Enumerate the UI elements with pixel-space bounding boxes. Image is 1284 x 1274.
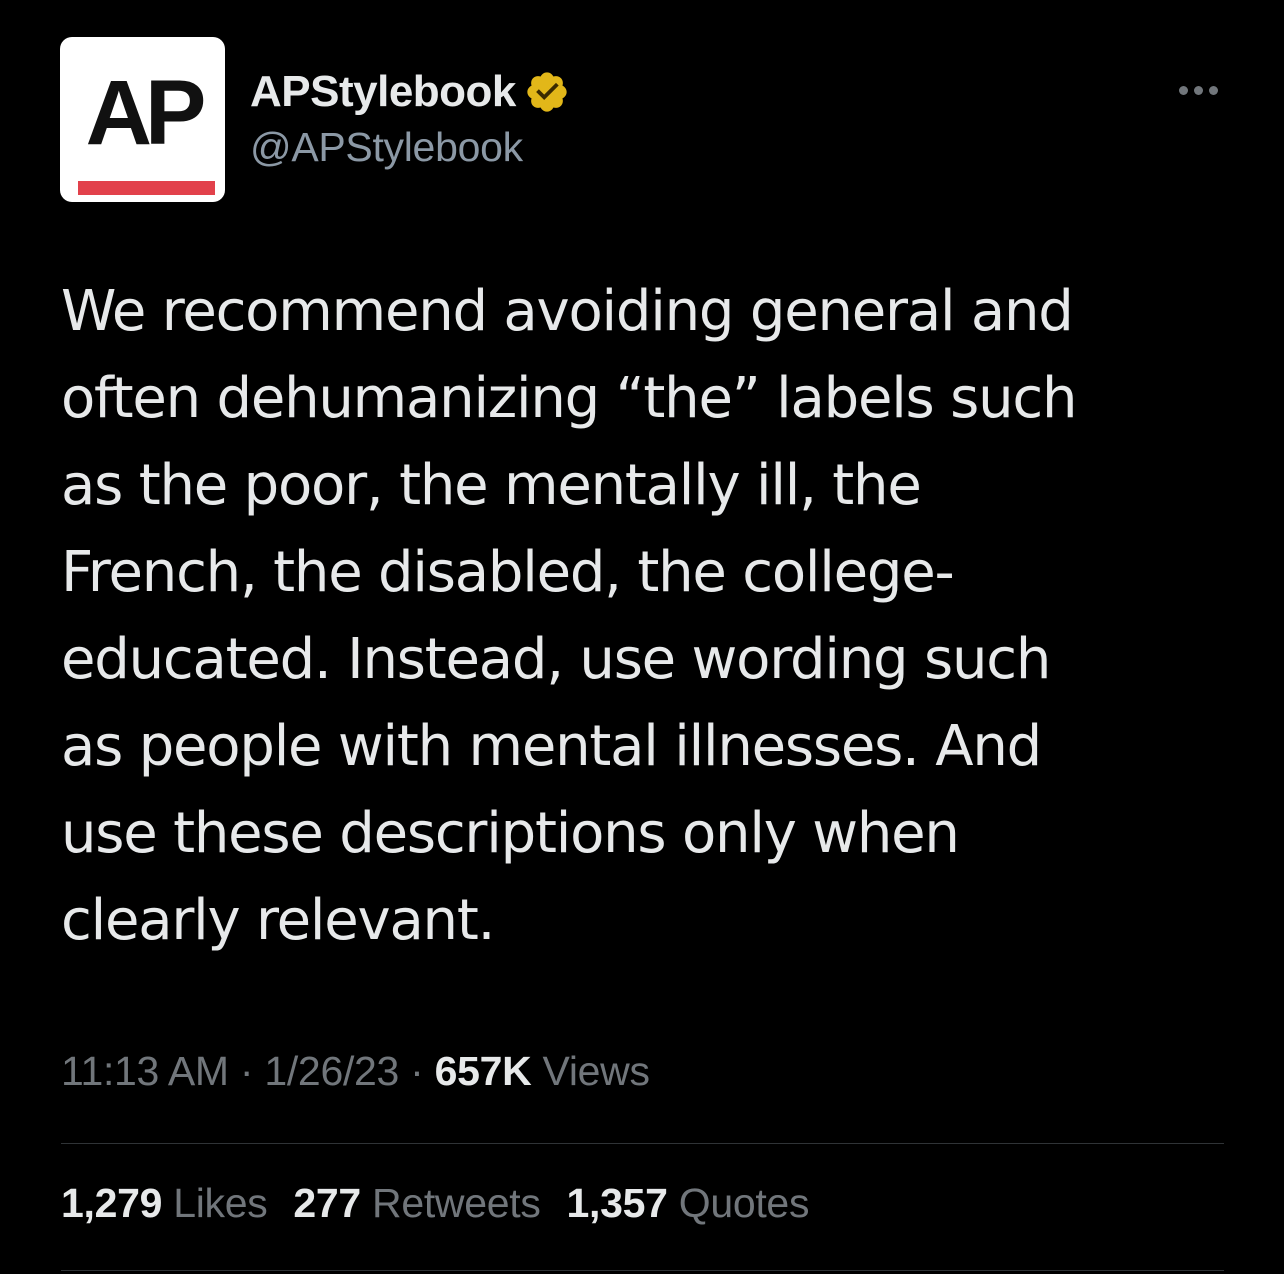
tweet-text-line: clearly relevant.: [61, 888, 495, 953]
likes-label: Likes: [173, 1180, 268, 1226]
tweet-text: We recommend avoiding general and often …: [61, 268, 1211, 964]
meta-separator: ·: [399, 1048, 435, 1094]
tweet-text-line: We recommend avoiding general and: [61, 279, 1074, 344]
likes-count: 1,279: [61, 1180, 163, 1226]
tweet-text-line: as the poor, the mentally ill, the: [61, 453, 922, 518]
divider: [61, 1143, 1224, 1144]
tweet-meta: 11:13 AM · 1/26/23 · 657K Views: [61, 1048, 650, 1095]
tweet-text-line: use these descriptions only when: [61, 801, 960, 866]
more-dot: [1178, 85, 1188, 95]
verified-badge-icon[interactable]: [524, 69, 570, 115]
tweet-text-line: educated. Instead, use wording such: [61, 627, 1051, 692]
retweets-stat[interactable]: 277 Retweets: [293, 1180, 540, 1227]
avatar[interactable]: AP: [60, 37, 225, 202]
retweets-label: Retweets: [372, 1180, 541, 1226]
tweet-text-line: often dehumanizing “the” labels such: [61, 366, 1077, 431]
likes-stat[interactable]: 1,279 Likes: [61, 1180, 268, 1227]
tweet-time[interactable]: 11:13 AM: [61, 1048, 229, 1094]
retweets-count: 277: [293, 1180, 361, 1226]
display-name-row: APStylebook: [250, 64, 570, 120]
avatar-logo-text: AP: [85, 62, 207, 164]
more-options-icon[interactable]: [1170, 76, 1226, 104]
tweet-text-line: as people with mental illnesses. And: [61, 714, 1042, 779]
more-dot: [1193, 85, 1203, 95]
tweet-text-line: French, the disabled, the college-: [61, 540, 955, 605]
views-label: Views: [542, 1048, 650, 1094]
display-name[interactable]: APStylebook: [250, 67, 516, 117]
divider: [61, 1270, 1224, 1271]
more-dot: [1208, 85, 1218, 95]
tweet-date[interactable]: 1/26/23: [264, 1048, 399, 1094]
engagement-stats: 1,279 Likes 277 Retweets 1,357 Quotes: [61, 1180, 809, 1227]
quotes-count: 1,357: [566, 1180, 668, 1226]
quotes-stat[interactable]: 1,357 Quotes: [567, 1180, 810, 1227]
tweet-detail: AP APStylebook @APStylebook We recommend…: [0, 0, 1284, 1274]
avatar-red-bar: [78, 181, 215, 195]
meta-separator: ·: [228, 1048, 265, 1094]
quotes-label: Quotes: [678, 1180, 810, 1226]
user-handle[interactable]: @APStylebook: [250, 124, 523, 171]
views-count: 657K: [434, 1048, 532, 1094]
